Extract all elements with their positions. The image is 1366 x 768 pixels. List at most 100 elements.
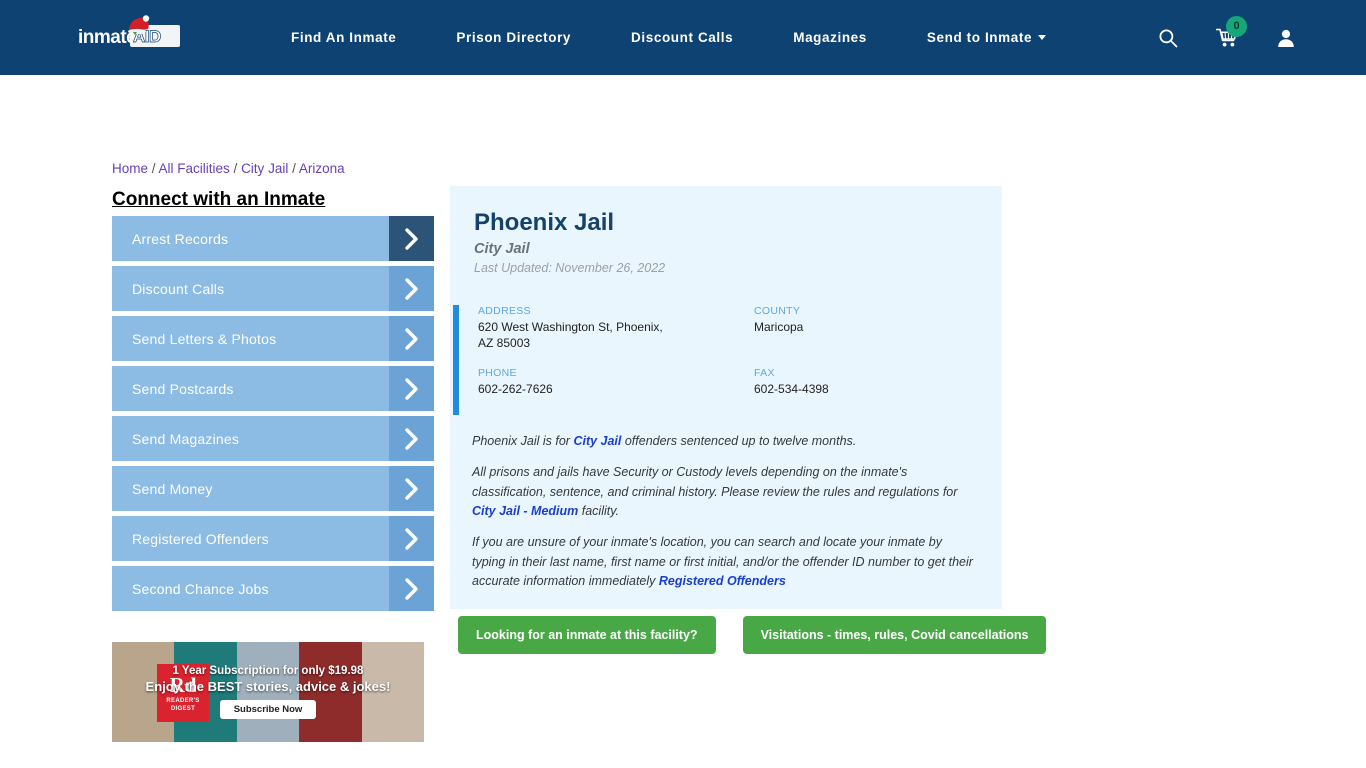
link-city-jail-medium[interactable]: City Jail - Medium [472, 504, 578, 518]
sidebar-heading: Connect with an Inmate [112, 189, 326, 210]
field-label: FAX [754, 367, 775, 380]
header-icon-group: 0 [1158, 15, 1296, 48]
sidebar-item-arrow [389, 266, 434, 311]
main-navigation: Find An Inmate Prison Directory Discount… [261, 30, 1076, 45]
site-logo[interactable]: inmate AID [78, 14, 183, 59]
breadcrumb-separator: / [229, 161, 242, 176]
sidebar-item-registered-offenders[interactable]: Registered Offenders [112, 516, 434, 561]
sidebar-item-label: Send Magazines [132, 430, 240, 447]
sidebar-item-discount-calls[interactable]: Discount Calls [112, 266, 434, 311]
sidebar-item-arrow [389, 516, 434, 561]
sidebar-item-send-letters-photos[interactable]: Send Letters & Photos [112, 316, 434, 361]
page-title: Phoenix Jail [474, 209, 615, 236]
sidebar-nav: Arrest Records Discount Calls Send Lette… [112, 216, 434, 616]
nav-item-send-to-inmate[interactable]: Send to Inmate [897, 30, 1076, 45]
chevron-down-icon [1038, 35, 1047, 40]
chevron-right-icon [405, 427, 418, 450]
last-updated-text: Last Updated: November 26, 2022 [474, 261, 666, 275]
sidebar-item-label: Send Postcards [132, 380, 234, 397]
paragraph-text: All prisons and jails have Security or C… [472, 465, 958, 499]
sidebar-item-label: Registered Offenders [132, 530, 269, 547]
field-county: COUNTY Maricopa [754, 305, 1002, 351]
field-value: 602-262-7626 [478, 382, 553, 397]
ad-overlay: 1 Year Subscription for only $19.98 Enjo… [112, 642, 424, 742]
ad-subscribe-button[interactable]: Subscribe Now [219, 700, 317, 719]
chevron-right-icon [405, 227, 418, 250]
field-label: PHONE [478, 367, 517, 380]
nav-label: Prison Directory [456, 30, 572, 45]
sidebar-item-arrow [389, 366, 434, 411]
link-city-jail[interactable]: City Jail [573, 434, 621, 448]
cart-count-badge: 0 [1226, 15, 1247, 37]
paragraph-text: Phoenix Jail is for [472, 433, 574, 448]
chevron-right-icon [405, 377, 418, 400]
nav-item-find-an-inmate[interactable]: Find An Inmate [261, 30, 426, 45]
sidebar-item-label: Send Money [132, 480, 213, 497]
inmate-search-button[interactable]: Looking for an inmate at this facility? [458, 616, 716, 654]
breadcrumb-item-city-jail[interactable]: City Jail [241, 161, 288, 176]
nav-item-discount-calls[interactable]: Discount Calls [601, 30, 763, 45]
description-paragraph-2: All prisons and jails have Security or C… [472, 463, 974, 521]
nav-label: Discount Calls [631, 30, 734, 45]
nav-item-prison-directory[interactable]: Prison Directory [426, 30, 601, 45]
account-button[interactable] [1276, 28, 1296, 48]
sidebar-item-label: Discount Calls [132, 280, 225, 297]
chevron-right-icon [405, 327, 418, 350]
breadcrumb: Home / All Facilities / City Jail / Ariz… [112, 161, 345, 176]
nav-label: Send to Inmate [926, 30, 1033, 45]
breadcrumb-separator: / [148, 161, 159, 176]
description-paragraph-3: If you are unsure of your inmate's locat… [472, 533, 974, 591]
field-label: ADDRESS [478, 305, 531, 317]
facility-contact-grid: ADDRESS 620 West Washington St, Phoenix,… [478, 305, 1002, 398]
chevron-right-icon [405, 277, 418, 300]
cart-button[interactable]: 0 [1216, 15, 1247, 48]
facility-type: City Jail [474, 241, 530, 257]
visitations-button[interactable]: Visitations - times, rules, Covid cancel… [742, 616, 1047, 654]
search-button[interactable] [1158, 28, 1178, 48]
sidebar-item-second-chance-jobs[interactable]: Second Chance Jobs [112, 566, 434, 611]
paragraph-text: facility. [578, 503, 620, 518]
ad-headline: 1 Year Subscription for only $19.98 [172, 665, 364, 677]
sidebar-item-arrow [389, 216, 434, 261]
field-fax: FAX 602-534-4398 [754, 367, 1002, 398]
sidebar-item-label: Second Chance Jobs [132, 580, 269, 597]
breadcrumb-item-all-facilities[interactable]: All Facilities [159, 161, 230, 176]
sidebar-item-send-money[interactable]: Send Money [112, 466, 434, 511]
breadcrumb-item-home[interactable]: Home [112, 161, 148, 176]
nav-item-magazines[interactable]: Magazines [763, 30, 897, 45]
nav-label: Find An Inmate [291, 30, 397, 45]
paragraph-text: offenders sentenced up to twelve months. [621, 433, 857, 448]
field-label: COUNTY [754, 305, 801, 317]
accent-bar [453, 305, 459, 415]
field-value: 620 West Washington St, Phoenix, AZ 8500… [478, 320, 663, 350]
breadcrumb-separator: / [288, 161, 299, 176]
site-header: inmate AID Find An Inmate Prison Directo… [0, 0, 1366, 75]
sidebar-item-send-postcards[interactable]: Send Postcards [112, 366, 434, 411]
sidebar-item-arrest-records[interactable]: Arrest Records [112, 216, 434, 261]
facility-contact-block: ADDRESS 620 West Washington St, Phoenix,… [450, 305, 1002, 415]
sidebar-item-arrow [389, 466, 434, 511]
cta-button-row: Looking for an inmate at this facility? … [458, 616, 1047, 654]
sidebar-item-arrow [389, 566, 434, 611]
sidebar-item-send-magazines[interactable]: Send Magazines [112, 416, 434, 461]
breadcrumb-item-arizona[interactable]: Arizona [299, 161, 345, 176]
sidebar-item-label: Arrest Records [132, 230, 229, 247]
nav-label: Magazines [793, 30, 867, 45]
sidebar-item-arrow [389, 416, 434, 461]
field-phone: PHONE 602-262-7626 [478, 367, 754, 398]
facility-header: Phoenix Jail City Jail Last Updated: Nov… [450, 186, 1002, 275]
sidebar-item-arrow [389, 316, 434, 361]
chevron-right-icon [405, 577, 418, 600]
user-account-icon [1278, 29, 1294, 47]
chevron-right-icon [405, 527, 418, 550]
chevron-right-icon [405, 477, 418, 500]
field-value: Maricopa [754, 320, 804, 334]
santa-hat-icon [128, 14, 150, 35]
field-address: ADDRESS 620 West Washington St, Phoenix,… [478, 305, 754, 351]
advertisement-banner[interactable]: Rd READER'S DIGEST 1 Year Subscription f… [112, 642, 424, 742]
link-registered-offenders[interactable]: Registered Offenders [659, 574, 786, 588]
ad-subheadline: Enjoy the BEST stories, advice & jokes! [145, 679, 391, 694]
sidebar-item-label: Send Letters & Photos [132, 330, 277, 347]
search-icon [1159, 28, 1178, 47]
facility-description: Phoenix Jail is for City Jail offenders … [450, 412, 1002, 610]
